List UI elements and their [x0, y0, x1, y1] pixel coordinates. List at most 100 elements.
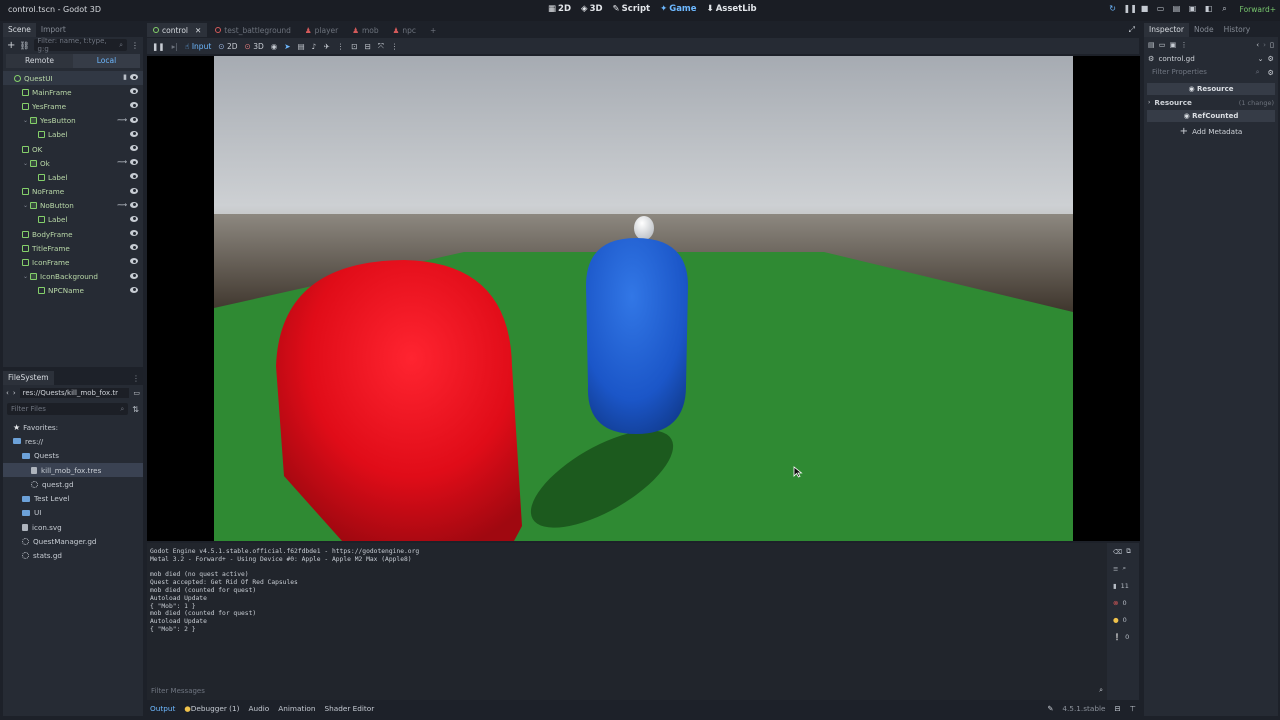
visibility-icon[interactable] — [130, 215, 138, 222]
tab-control[interactable]: control ✕ — [147, 23, 208, 37]
message-count[interactable]: ▮ 11 — [1107, 577, 1139, 594]
scene-tree-item[interactable]: NPCName — [3, 284, 143, 298]
game-viewport[interactable] — [147, 56, 1140, 541]
camera-menu-icon[interactable]: ⋮ — [337, 42, 345, 51]
run-current-icon[interactable]: ▤ — [1172, 4, 1182, 14]
scene-tree-item[interactable]: IconFrame — [3, 255, 143, 269]
file-item[interactable]: UI — [3, 506, 143, 520]
visibility-icon[interactable] — [130, 102, 138, 109]
search-icon[interactable]: ⌕ — [1122, 564, 1126, 573]
more-icon[interactable]: ⋮ — [132, 374, 143, 383]
chevron-down-icon[interactable]: ⌄ — [23, 117, 30, 124]
reload-icon[interactable]: ↻ — [1108, 4, 1118, 14]
error-count[interactable]: ⊗ 0 — [1107, 594, 1139, 611]
scene-tree-item[interactable]: OK — [3, 142, 143, 156]
audio-icon[interactable]: ♪ — [312, 42, 317, 51]
scene-tree-item[interactable]: ⌄ NoButton ⟿ — [3, 199, 143, 213]
mode-3d-button[interactable]: ◈ 3D — [581, 4, 603, 14]
select-icon[interactable]: ➤ — [284, 42, 290, 51]
next-frame-icon[interactable]: ▸| — [172, 42, 178, 51]
tab-audio[interactable]: Audio — [249, 704, 270, 713]
chevron-down-icon[interactable]: ⌄ — [23, 273, 30, 280]
visibility-icon[interactable]: ◉ — [271, 42, 278, 51]
more-icon[interactable]: ⋮ — [131, 41, 139, 50]
back-icon[interactable]: ‹ — [1256, 40, 1259, 49]
property-options-icon[interactable]: ⚙ — [1268, 68, 1274, 77]
list-select-icon[interactable]: ▤ — [298, 42, 305, 51]
file-item[interactable]: res:// — [3, 434, 143, 448]
file-item[interactable]: QuestManager.gd — [3, 534, 143, 548]
property-filter-input[interactable]: Filter Properties ⌕ — [1148, 66, 1264, 78]
file-item[interactable]: ★ Favorites: — [3, 420, 143, 434]
visibility-icon[interactable] — [130, 272, 138, 279]
visibility-icon[interactable] — [130, 74, 138, 80]
add-node-icon[interactable]: + — [7, 40, 15, 51]
suspend-icon[interactable]: ❚❚ — [152, 42, 165, 51]
mode-2d-button[interactable]: ▦ 2D — [548, 4, 571, 14]
dock-layout-icon[interactable]: ⊟ — [1115, 704, 1121, 713]
visibility-icon[interactable] — [130, 88, 138, 95]
forward-icon[interactable]: › — [13, 389, 16, 397]
tab-npc[interactable]: ♟ npc — [387, 23, 422, 37]
scene-tree-item[interactable]: ⌄ YesButton ⟿ — [3, 114, 143, 128]
file-item[interactable]: kill_mob_fox.tres — [3, 462, 143, 478]
fixed-size-icon[interactable]: ⊡ — [351, 42, 357, 51]
more-icon[interactable]: ⋮ — [1180, 40, 1187, 49]
signal-icon[interactable]: ⟿ — [117, 201, 127, 209]
warning-count[interactable]: ● 0 — [1107, 611, 1139, 628]
fs-filter-input[interactable]: Filter Files ⌕ — [7, 403, 129, 415]
chevron-down-icon[interactable]: ⌄ — [23, 160, 30, 167]
file-item[interactable]: quest.gd — [3, 477, 143, 491]
stretch-icon[interactable]: ⤧ — [378, 41, 384, 51]
back-icon[interactable]: ‹ — [6, 389, 9, 397]
add-tab-icon[interactable]: + — [424, 23, 442, 37]
movie-icon[interactable]: ◧ — [1204, 4, 1214, 14]
keep-aspect-icon[interactable]: ⊟ — [365, 42, 371, 51]
clear-icon[interactable]: ⌫ — [1113, 548, 1122, 556]
scene-tree-item[interactable]: Label — [3, 170, 143, 184]
mode-assetlib-button[interactable]: ⬇ AssetLib — [707, 4, 757, 14]
remote-button[interactable]: Remote — [6, 54, 73, 68]
search-help-icon[interactable]: ⌕ — [1220, 4, 1230, 14]
object-settings-icon[interactable]: ⚙ — [1268, 54, 1274, 63]
visibility-icon[interactable] — [130, 230, 138, 237]
tab-import[interactable]: Import — [36, 23, 71, 37]
stop-icon[interactable]: ■ — [1140, 4, 1150, 14]
scene-tree-item[interactable]: NoFrame — [3, 185, 143, 199]
resource-section[interactable]: › Resource (1 change) — [1144, 97, 1278, 108]
copy-icon[interactable]: ⧉ — [1126, 547, 1131, 556]
file-item[interactable]: Test Level — [3, 491, 143, 505]
scene-tree-item[interactable]: ⌄ Ok ⟿ — [3, 156, 143, 170]
visibility-icon[interactable] — [130, 258, 138, 265]
run-scene-icon[interactable]: ▭ — [1156, 4, 1166, 14]
add-metadata-button[interactable]: + Add Metadata — [1144, 124, 1278, 138]
visibility-icon[interactable] — [130, 187, 138, 194]
scene-tree-item[interactable]: Label — [3, 213, 143, 227]
save-resource-icon[interactable]: ▣ — [1170, 40, 1177, 49]
split-view-icon[interactable]: ▭ — [133, 389, 140, 397]
scene-filter-input[interactable]: Filter: name, t:type, g:g ⌕ — [33, 37, 127, 53]
scene-tree-item[interactable]: TitleFrame — [3, 241, 143, 255]
signal-icon[interactable]: ⟿ — [117, 116, 127, 124]
renderer-select[interactable]: Forward+ — [1240, 5, 1276, 14]
file-item[interactable]: Quests — [3, 449, 143, 463]
input-toggle[interactable]: ☝ Input — [185, 42, 211, 51]
tab-animation[interactable]: Animation — [278, 704, 315, 713]
scene-tree-item[interactable]: BodyFrame — [3, 227, 143, 241]
link-icon[interactable]: ⛓ — [19, 41, 29, 50]
mode-script-button[interactable]: ✎ Script — [613, 4, 651, 14]
visibility-icon[interactable] — [130, 286, 138, 293]
mode-3d-toggle[interactable]: ⊙ 3D — [245, 42, 264, 51]
mode-2d-toggle[interactable]: ⊙ 2D — [218, 42, 237, 51]
game-render[interactable] — [214, 56, 1073, 541]
open-resource-icon[interactable]: ▭ — [1159, 40, 1166, 49]
forward-icon[interactable]: › — [1263, 40, 1266, 49]
tab-inspector[interactable]: Inspector — [1144, 23, 1189, 37]
mode-game-button[interactable]: ✦ Game — [660, 4, 696, 14]
chevron-down-icon[interactable]: ⌄ — [23, 202, 30, 209]
scene-tree-item[interactable]: YesFrame — [3, 99, 143, 113]
distraction-free-icon[interactable]: ⤢ — [1129, 25, 1139, 35]
signal-icon[interactable]: ⟿ — [117, 158, 127, 166]
visibility-icon[interactable] — [130, 244, 138, 251]
visibility-icon[interactable] — [130, 201, 138, 208]
